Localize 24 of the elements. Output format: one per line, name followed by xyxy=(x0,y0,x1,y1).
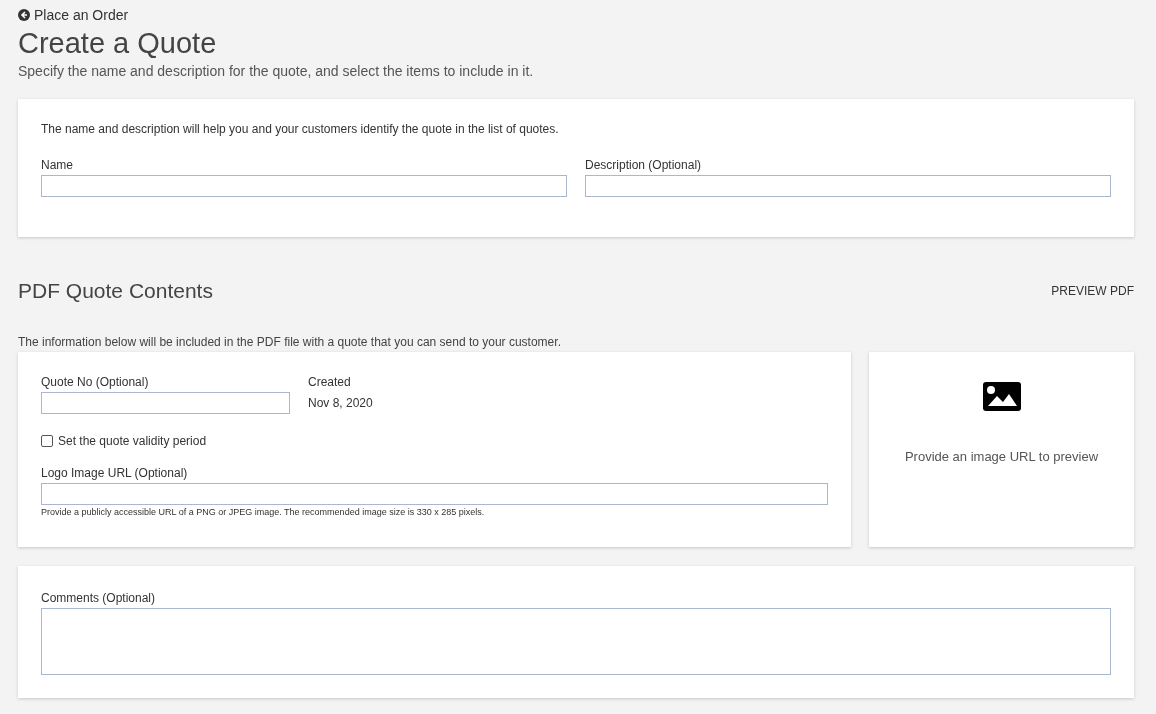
image-icon xyxy=(982,382,1021,411)
field-label: Quote No (Optional) xyxy=(41,375,150,389)
created-date: Nov 8, 2020 xyxy=(308,396,373,410)
comments-field[interactable] xyxy=(41,608,1111,675)
quote-number-field[interactable] xyxy=(41,392,290,414)
validity-checkbox[interactable] xyxy=(41,435,53,447)
preview-placeholder-text: Provide an image URL to preview xyxy=(904,449,1099,464)
logo-url-field[interactable] xyxy=(41,483,828,505)
back-arrow-icon xyxy=(18,9,30,21)
field-label: Comments (Optional) xyxy=(41,591,157,605)
field-label: Name xyxy=(41,158,74,172)
name-field[interactable] xyxy=(41,175,567,197)
page-title: Create a Quote xyxy=(18,26,218,61)
field-label: Created xyxy=(308,375,352,389)
field-hint: Provide a publicly accessible URL of a PNG or JPEG image. The recommended image size is 330 x 285 pixels. xyxy=(41,507,486,517)
preview-pdf-button[interactable]: PREVIEW PDF xyxy=(1051,282,1134,300)
intro-text: The name and description will help you and your customers identify the quote in the list of quotes. xyxy=(41,122,560,136)
page-subtitle: Specify the name and description for the quote, and select the items to include in it. xyxy=(18,63,535,79)
section-intro: The information below will be included in the PDF file with a quote that you can send to your customer. xyxy=(18,335,562,349)
section-heading: PDF Quote Contents xyxy=(18,279,213,303)
checkbox-label: Set the quote validity period xyxy=(58,434,207,448)
field-label: Logo Image URL (Optional) xyxy=(41,466,189,480)
description-field[interactable] xyxy=(585,175,1111,197)
field-label: Description (Optional) xyxy=(585,158,703,172)
